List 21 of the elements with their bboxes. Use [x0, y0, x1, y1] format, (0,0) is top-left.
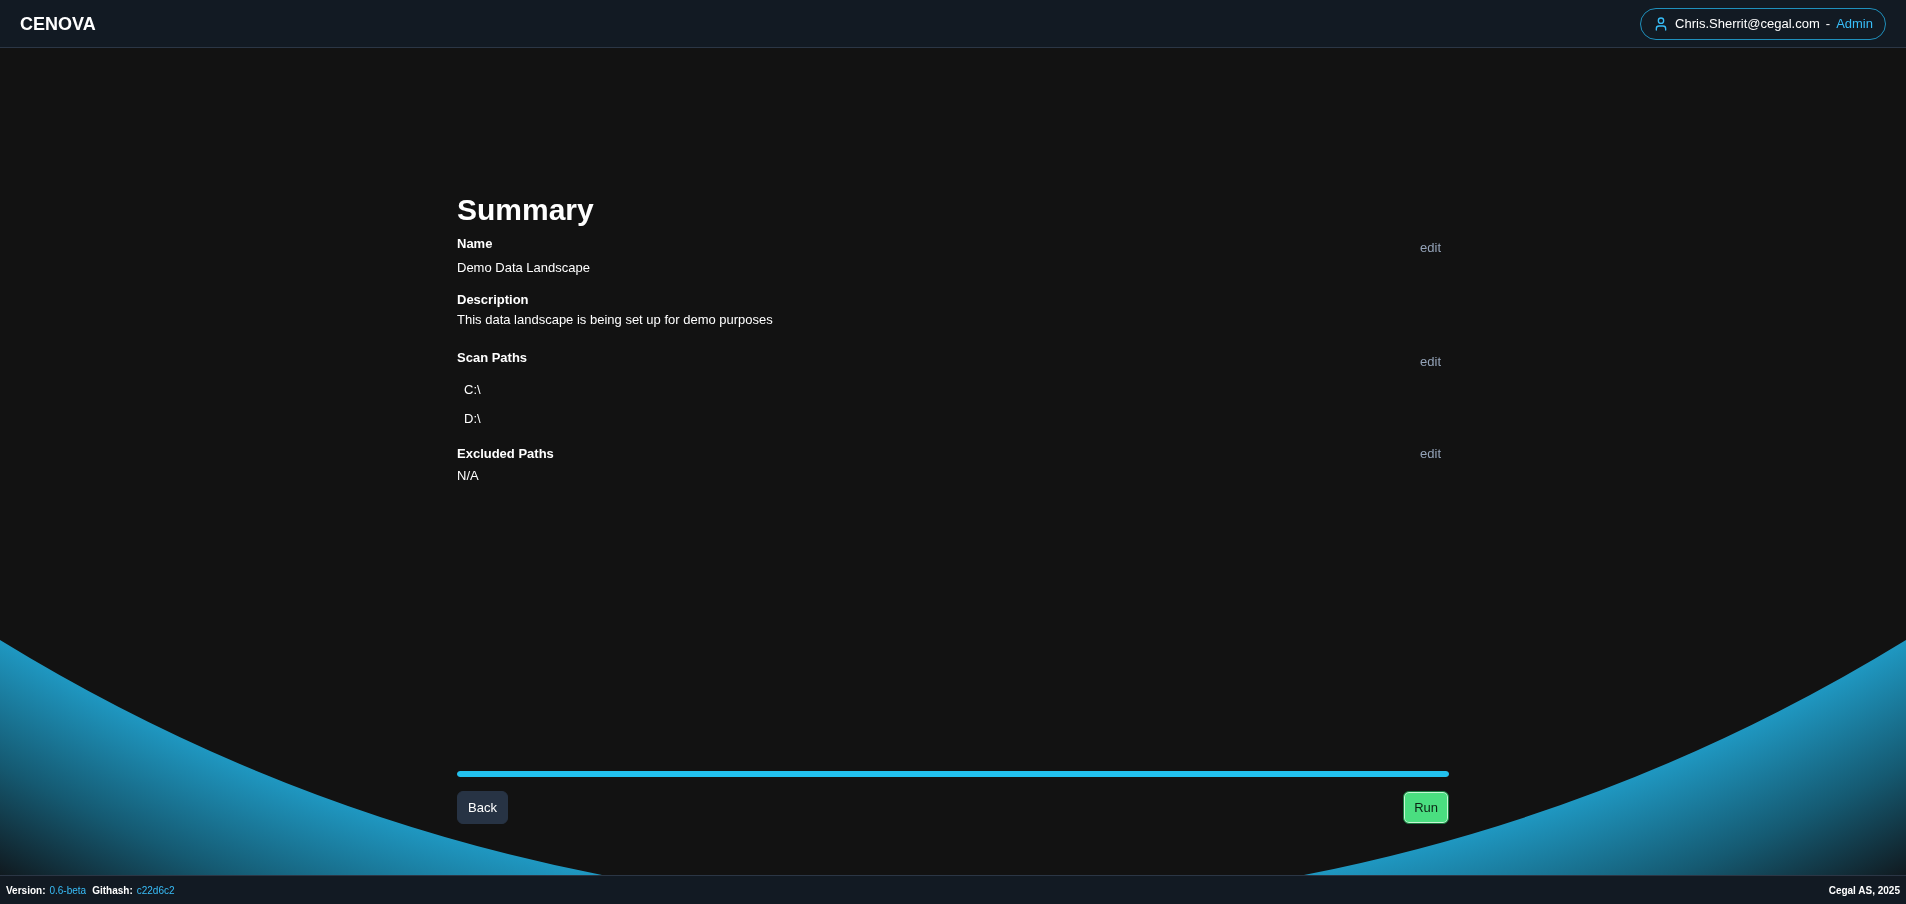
version-label: Version:: [6, 883, 46, 898]
app-logo: CENOVA: [20, 12, 96, 36]
field-value: Demo Data Landscape: [457, 259, 590, 277]
field-label: Description: [457, 291, 529, 309]
version-value: 0.6-beta: [49, 883, 87, 898]
field-label: Name: [457, 235, 493, 253]
githash-value: c22d6c2: [136, 883, 175, 898]
copyright-text: Cegal AS, 2025: [1828, 883, 1900, 898]
run-button[interactable]: Run: [1403, 791, 1449, 824]
field-value: N/A: [457, 467, 479, 485]
path-item: D:\: [464, 410, 481, 428]
page-title: Summary: [457, 192, 594, 228]
field-label: Scan Paths: [457, 349, 528, 367]
edit-link[interactable]: edit: [1420, 238, 1441, 258]
field-label: Excluded Paths: [457, 445, 554, 463]
path-item: C:\: [464, 381, 481, 399]
back-button[interactable]: Back: [457, 791, 508, 824]
field-value: This data landscape is being set up for demo purposes: [457, 311, 773, 329]
edit-link[interactable]: edit: [1420, 444, 1441, 464]
edit-link[interactable]: edit: [1420, 352, 1441, 372]
githash-label: Githash:: [92, 883, 133, 898]
